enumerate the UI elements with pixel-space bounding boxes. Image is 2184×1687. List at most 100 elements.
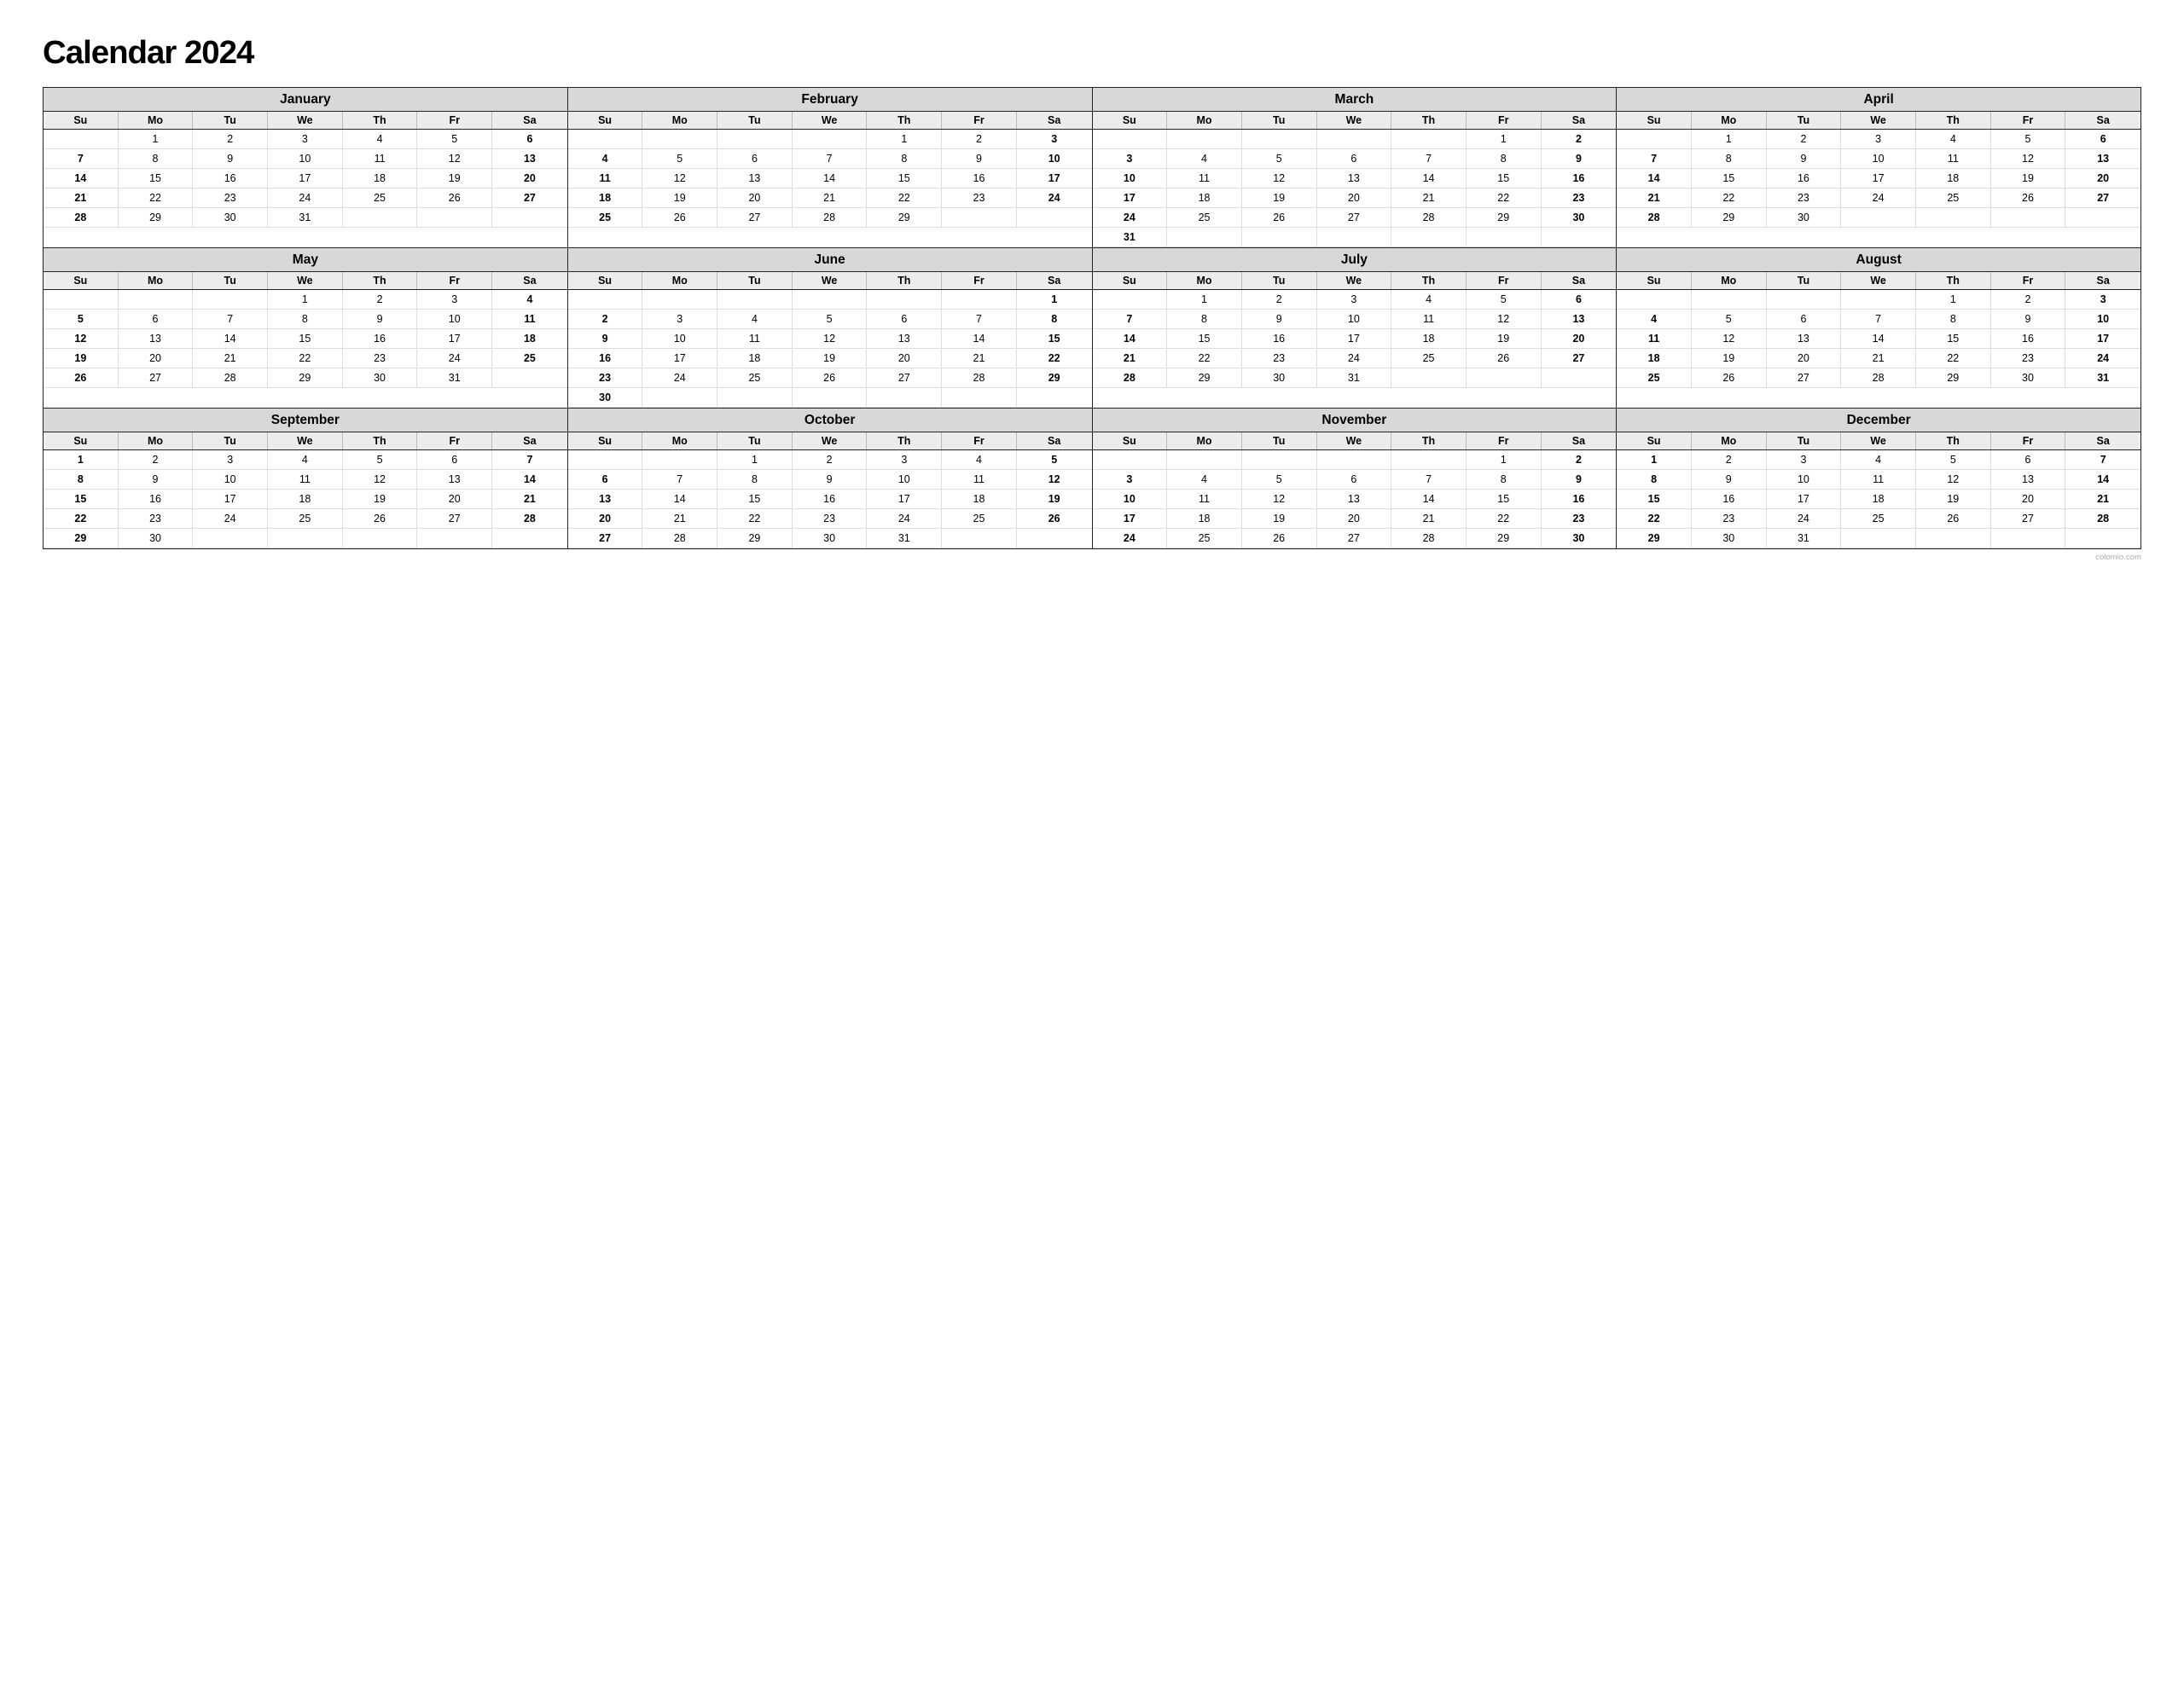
day-cell: 21 (793, 188, 868, 208)
day-header-we: We (793, 272, 868, 289)
day-cell: 19 (44, 349, 119, 368)
day-cell: 19 (1467, 329, 1542, 349)
day-header-fr: Fr (417, 272, 492, 289)
day-cell: 23 (1991, 349, 2066, 368)
days-grid: 1234567891011121314151617181920212223242… (568, 130, 1092, 228)
day-cell: 20 (1317, 509, 1392, 529)
day-cell: 7 (942, 310, 1017, 329)
day-cell: 17 (642, 349, 717, 368)
day-cell: 2 (193, 130, 268, 149)
day-cell: 27 (867, 368, 942, 388)
day-headers: SuMoTuWeThFrSa (1617, 112, 2140, 130)
day-header-we: We (793, 432, 868, 449)
day-cell: 21 (642, 509, 717, 529)
day-cell: 23 (1692, 509, 1767, 529)
day-cell: 20 (119, 349, 194, 368)
day-cell: 6 (1767, 310, 1842, 329)
day-cell: 24 (268, 188, 343, 208)
day-cell: 2 (1991, 290, 2066, 310)
day-cell: 3 (1017, 130, 1092, 149)
day-header-th: Th (1391, 112, 1467, 129)
day-cell: 24 (417, 349, 492, 368)
day-cell: 9 (1542, 149, 1617, 169)
day-cell: 21 (1391, 509, 1467, 529)
day-cell: 12 (343, 470, 418, 490)
day-header-fr: Fr (942, 112, 1017, 129)
day-header-we: We (793, 112, 868, 129)
day-cell: 2 (1242, 290, 1317, 310)
day-cell: 29 (119, 208, 194, 228)
day-cell: 2 (119, 450, 194, 470)
day-header-th: Th (343, 432, 418, 449)
day-cell: 9 (193, 149, 268, 169)
day-cell: 27 (717, 208, 793, 228)
day-cell: 4 (343, 130, 418, 149)
day-cell: 28 (1841, 368, 1916, 388)
day-cell (492, 529, 567, 548)
day-cell: 30 (1692, 529, 1767, 548)
day-cell: 23 (1542, 188, 1617, 208)
day-cell: 21 (1391, 188, 1467, 208)
day-cell: 18 (1391, 329, 1467, 349)
day-cell: 5 (1916, 450, 1991, 470)
day-header-we: We (1317, 272, 1392, 289)
day-cell: 25 (1167, 529, 1242, 548)
day-cell: 28 (942, 368, 1017, 388)
month-title-september: September (44, 409, 567, 432)
day-cell: 26 (417, 188, 492, 208)
day-cell: 25 (942, 509, 1017, 529)
day-cell: 28 (492, 509, 567, 529)
day-cell: 14 (2065, 470, 2140, 490)
day-cell: 13 (1542, 310, 1617, 329)
day-cell (417, 529, 492, 548)
day-cell: 8 (1467, 470, 1542, 490)
day-cell: 5 (417, 130, 492, 149)
day-cell: 6 (1991, 450, 2066, 470)
day-cell: 3 (268, 130, 343, 149)
day-cell: 22 (1467, 509, 1542, 529)
day-cell: 18 (1167, 188, 1242, 208)
day-headers: SuMoTuWeThFrSa (568, 272, 1092, 290)
day-cell: 14 (642, 490, 717, 509)
day-cell: 14 (1093, 329, 1168, 349)
day-cell: 5 (1242, 149, 1317, 169)
day-header-we: We (268, 432, 343, 449)
day-cell: 20 (492, 169, 567, 188)
day-header-tu: Tu (717, 432, 793, 449)
day-cell: 27 (568, 529, 643, 548)
day-cell: 10 (1841, 149, 1916, 169)
day-cell: 5 (793, 310, 868, 329)
month-title-june: June (568, 248, 1092, 272)
day-cell: 27 (1317, 529, 1392, 548)
day-cell (717, 130, 793, 149)
day-cell: 25 (1617, 368, 1692, 388)
day-cell (1467, 368, 1542, 388)
day-header-mo: Mo (119, 272, 194, 289)
day-header-mo: Mo (1692, 432, 1767, 449)
day-headers: SuMoTuWeThFrSa (1093, 432, 1617, 450)
day-header-tu: Tu (717, 112, 793, 129)
day-cell: 17 (268, 169, 343, 188)
month-september: SeptemberSuMoTuWeThFrSa12345678910111213… (44, 409, 568, 549)
day-header-sa: Sa (2065, 112, 2140, 129)
day-cell: 13 (1991, 470, 2066, 490)
day-cell: 26 (1692, 368, 1767, 388)
day-cell: 4 (1841, 450, 1916, 470)
day-cell: 16 (119, 490, 194, 509)
day-cell: 11 (492, 310, 567, 329)
day-cell: 3 (193, 450, 268, 470)
day-cell: 29 (1467, 529, 1542, 548)
day-header-su: Su (568, 272, 643, 289)
day-cell: 4 (942, 450, 1017, 470)
day-header-tu: Tu (193, 272, 268, 289)
day-cell: 9 (1692, 470, 1767, 490)
day-cell: 4 (717, 310, 793, 329)
month-april: AprilSuMoTuWeThFrSa123456789101112131415… (1617, 88, 2141, 248)
day-cell: 17 (417, 329, 492, 349)
day-cell: 24 (1317, 349, 1392, 368)
day-cell: 22 (1467, 188, 1542, 208)
day-header-su: Su (568, 112, 643, 129)
day-header-we: We (268, 272, 343, 289)
day-cell: 27 (2065, 188, 2140, 208)
day-cell: 23 (343, 349, 418, 368)
